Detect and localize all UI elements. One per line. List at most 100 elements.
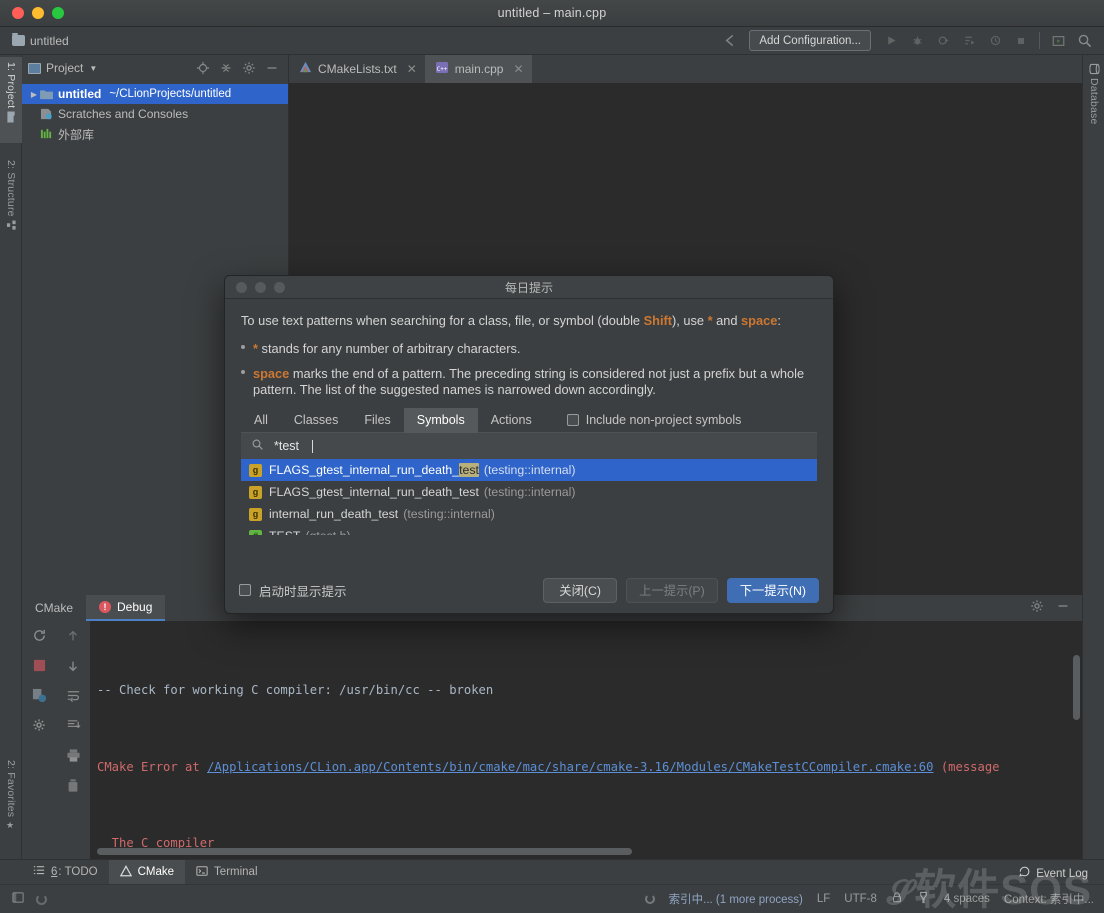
close-button[interactable]: 关闭(C) bbox=[543, 577, 618, 603]
bottom-tab-terminal[interactable]: Terminal bbox=[185, 860, 268, 885]
bottom-tab-todo[interactable]: 6 : TODO bbox=[22, 860, 109, 885]
back-arrow-icon[interactable] bbox=[717, 30, 741, 52]
console-horizontal-scrollbar[interactable] bbox=[97, 848, 632, 855]
search-result-item[interactable]: g FLAGS_gtest_internal_run_death_test (te… bbox=[241, 459, 817, 481]
se-tab-files[interactable]: Files bbox=[351, 408, 403, 433]
debug-icon[interactable] bbox=[905, 30, 929, 52]
hide-panel-icon[interactable] bbox=[265, 61, 279, 75]
updates-icon[interactable] bbox=[1046, 30, 1070, 52]
tree-node-untitled[interactable]: ▶ untitled ~/CLionProjects/untitled bbox=[22, 84, 288, 104]
breadcrumb[interactable]: untitled bbox=[12, 33, 69, 48]
print-icon[interactable] bbox=[66, 747, 81, 764]
se-tab-all[interactable]: All bbox=[241, 408, 281, 433]
console-vertical-scrollbar[interactable] bbox=[1073, 655, 1080, 720]
project-panel-header: Project ▼ bbox=[22, 55, 288, 81]
trash-icon[interactable] bbox=[66, 777, 80, 794]
tab-cmakelists[interactable]: CMakeLists.txt ✕ bbox=[289, 55, 425, 83]
se-tab-classes[interactable]: Classes bbox=[281, 408, 351, 433]
down-icon[interactable] bbox=[66, 657, 80, 674]
sidebar-item-database[interactable]: Database bbox=[1083, 59, 1104, 151]
bottom-tab-label: Terminal bbox=[214, 866, 258, 878]
add-configuration-button[interactable]: Add Configuration... bbox=[749, 30, 871, 51]
close-icon[interactable]: ✕ bbox=[407, 62, 417, 76]
encoding-status[interactable]: UTF-8 bbox=[844, 893, 877, 905]
console-line: CMake Error at /Applications/CLion.app/C… bbox=[97, 759, 1000, 774]
next-tip-button[interactable]: 下一提示(N) bbox=[726, 577, 819, 603]
expand-arrow-icon[interactable]: ▶ bbox=[28, 90, 40, 99]
sidebar-item-structure[interactable]: 2: Structure bbox=[0, 155, 22, 259]
macro-icon: # bbox=[249, 529, 262, 535]
library-icon bbox=[40, 128, 53, 140]
sidebar-item-favorites[interactable]: 2: Favorites ★ bbox=[0, 755, 22, 855]
lock-icon[interactable] bbox=[891, 891, 903, 907]
cmake-tab-label: CMake bbox=[35, 601, 74, 615]
project-view-icon bbox=[28, 62, 41, 74]
toggle-tasks-icon[interactable] bbox=[32, 687, 47, 704]
text-caret bbox=[312, 439, 314, 453]
checkbox-box[interactable] bbox=[566, 414, 579, 426]
checkbox-label: Include non-project symbols bbox=[585, 413, 742, 427]
tip-intro: To use text patterns when searching for … bbox=[241, 313, 781, 328]
collapse-all-icon[interactable] bbox=[219, 61, 233, 75]
bottom-tab-cmake[interactable]: CMake bbox=[108, 859, 186, 885]
stop-icon[interactable] bbox=[1009, 30, 1033, 52]
event-log-button[interactable]: Event Log bbox=[1019, 866, 1088, 881]
se-tab-actions[interactable]: Actions bbox=[478, 408, 545, 433]
structure-tab-label: 2: Structure bbox=[5, 160, 17, 217]
keyword-space: space bbox=[741, 313, 778, 328]
locate-file-icon[interactable] bbox=[196, 61, 210, 75]
close-icon[interactable]: ✕ bbox=[513, 62, 523, 76]
match-highlight: test bbox=[459, 463, 479, 477]
previous-tip-button[interactable]: 上一提示(P) bbox=[626, 577, 718, 603]
indent-status[interactable]: 4 spaces bbox=[944, 893, 990, 905]
tree-node-scratches[interactable]: Scratches and Consoles bbox=[22, 104, 288, 124]
cmake-toolbar-col-1 bbox=[22, 627, 56, 859]
search-input[interactable]: *test bbox=[241, 433, 817, 459]
search-everywhere-mock: All Classes Files Symbols Actions Includ… bbox=[241, 407, 817, 535]
hide-panel-icon[interactable] bbox=[1056, 599, 1070, 618]
include-non-project-symbols-checkbox[interactable]: Include non-project symbols bbox=[566, 413, 742, 427]
tab-main-cpp[interactable]: C++ main.cpp ✕ bbox=[424, 55, 532, 83]
profile-icon[interactable] bbox=[957, 30, 981, 52]
window-titlebar: untitled – main.cpp bbox=[0, 0, 1104, 27]
run-icon[interactable] bbox=[879, 30, 903, 52]
soft-wrap-icon[interactable] bbox=[66, 687, 81, 704]
line-separator-status[interactable]: LF bbox=[817, 893, 830, 905]
gear-icon[interactable] bbox=[242, 61, 256, 75]
search-query-text: *test bbox=[274, 439, 300, 453]
chevron-down-icon[interactable]: ▼ bbox=[89, 64, 97, 73]
scroll-to-end-icon[interactable] bbox=[66, 717, 81, 734]
attach-icon[interactable] bbox=[983, 30, 1007, 52]
rerun-icon[interactable] bbox=[32, 627, 47, 644]
search-result-item[interactable]: g FLAGS_gtest_internal_run_death_test (te… bbox=[241, 481, 817, 503]
show-tips-on-startup-checkbox[interactable]: 启动时显示提示 bbox=[239, 581, 347, 600]
up-icon[interactable] bbox=[66, 627, 80, 644]
toggle-tool-windows-icon[interactable] bbox=[12, 891, 25, 907]
search-everywhere-icon[interactable] bbox=[1072, 30, 1096, 52]
cmake-tab-debug[interactable]: ! Debug bbox=[86, 595, 166, 621]
search-result-item[interactable]: # TEST(gtest.h) bbox=[241, 525, 817, 535]
gear-icon[interactable] bbox=[1030, 599, 1044, 618]
sidebar-item-project[interactable]: 1: Project bbox=[0, 57, 22, 143]
tree-node-label: untitled bbox=[58, 87, 102, 101]
tree-node-label: 外部库 bbox=[58, 127, 95, 142]
settings-icon[interactable] bbox=[32, 717, 47, 734]
bottom-tab-strip: 6 : TODO CMake Terminal bbox=[0, 859, 1104, 885]
tree-node-external-libraries[interactable]: 外部库 bbox=[22, 124, 288, 144]
run-with-coverage-icon[interactable] bbox=[931, 30, 955, 52]
cmake-tab-cmake[interactable]: CMake bbox=[22, 595, 86, 621]
search-results-list[interactable]: g FLAGS_gtest_internal_run_death_test (te… bbox=[241, 459, 817, 535]
breadcrumb-label: untitled bbox=[30, 33, 69, 48]
stop-icon[interactable] bbox=[33, 657, 46, 674]
dialog-buttons: 关闭(C) 上一提示(P) 下一提示(N) bbox=[543, 577, 819, 603]
cmake-error-link[interactable]: /Applications/CLion.app/Contents/bin/cma… bbox=[207, 760, 933, 774]
indexing-status[interactable]: 索引中... (1 more process) bbox=[669, 891, 803, 907]
search-result-item[interactable]: g internal_run_death_test (testing::inter… bbox=[241, 503, 817, 525]
field-icon: g bbox=[249, 485, 262, 499]
inspection-icon[interactable] bbox=[917, 891, 930, 907]
se-tab-symbols[interactable]: Symbols bbox=[403, 407, 478, 433]
tip-of-the-day-dialog: 每日提示 To use text patterns when searching… bbox=[224, 275, 834, 614]
terminal-icon bbox=[196, 865, 208, 880]
checkbox-box[interactable] bbox=[239, 584, 251, 596]
cmake-console[interactable]: -- Check for working C compiler: /usr/bi… bbox=[90, 621, 1082, 859]
